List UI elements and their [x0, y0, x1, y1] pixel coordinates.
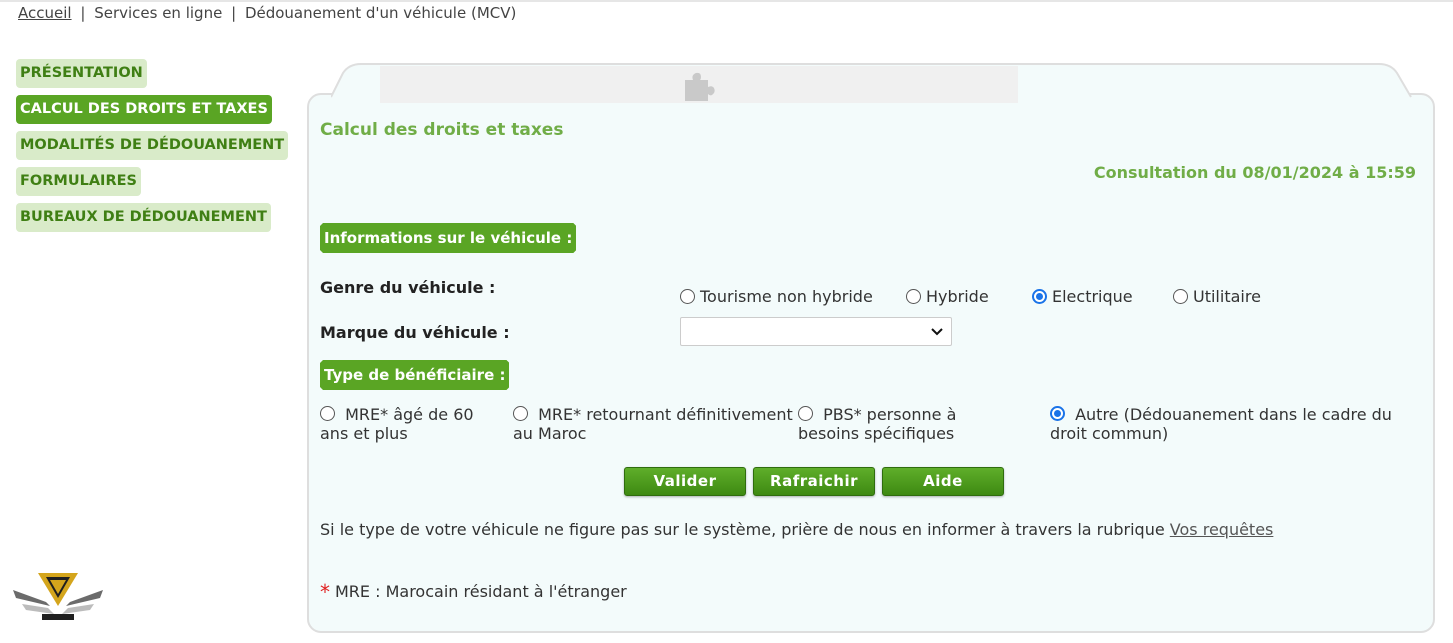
breadcrumb-separator: | — [80, 4, 86, 22]
info-message: Si le type de votre véhicule ne figure p… — [320, 520, 1273, 539]
page-title: Calcul des droits et taxes — [320, 120, 564, 140]
validate-button[interactable]: Valider — [624, 467, 746, 496]
genre-radio-hybride[interactable]: Hybride — [906, 287, 989, 306]
radio-button-unchecked[interactable] — [798, 406, 813, 421]
refresh-button[interactable]: Rafraichir — [753, 467, 875, 496]
required-star: * — [320, 580, 330, 604]
genre-radio-electrique[interactable]: Electrique — [1032, 287, 1133, 306]
radio-label: MRE* âgé de 60 ans et plus — [320, 405, 474, 443]
radio-label: Hybride — [926, 287, 989, 306]
sidebar-item-bureaux-dedouanement[interactable]: BUREAUX DE DÉDOUANEMENT — [16, 203, 271, 232]
breadcrumb-separator: | — [231, 4, 237, 22]
beneficiary-section-header: Type de bénéficiaire : — [320, 360, 509, 390]
radio-button-checked[interactable] — [1032, 289, 1047, 304]
radio-label: Utilitaire — [1193, 287, 1261, 306]
radio-button-checked[interactable] — [1050, 406, 1065, 421]
consultation-timestamp: Consultation du 08/01/2024 à 15:59 — [1093, 163, 1416, 182]
beneficiary-radio-mre-60[interactable]: MRE* âgé de 60 ans et plus — [320, 405, 505, 443]
beneficiary-radio-pbs[interactable]: PBS* personne à besoins spécifiques — [798, 405, 1020, 443]
sidebar-item-presentation[interactable]: PRÉSENTATION — [16, 59, 147, 88]
breadcrumb: Accueil | Services en ligne | Dédouaneme… — [18, 4, 516, 22]
sidebar-item-modalites-dedouanement[interactable]: MODALITÉS DE DÉDOUANEMENT — [16, 131, 289, 160]
breadcrumb-current: Dédouanement d'un véhicule (MCV) — [244, 4, 517, 22]
beneficiary-radio-autre[interactable]: Autre (Dédouanement dans le cadre du dro… — [1050, 405, 1420, 443]
beneficiary-radio-mre-retour[interactable]: MRE* retournant définitivement au Maroc — [513, 405, 797, 443]
top-divider — [0, 0, 1453, 2]
radio-button-unchecked[interactable] — [320, 406, 335, 421]
genre-label: Genre du véhicule : — [320, 278, 496, 297]
vehicle-info-section-header: Informations sur le véhicule : — [320, 223, 576, 253]
radio-label: Tourisme non hybride — [700, 287, 873, 306]
help-button[interactable]: Aide — [882, 467, 1004, 496]
info-message-text: Si le type de votre véhicule ne figure p… — [320, 520, 1165, 539]
radio-label: Autre (Dédouanement dans le cadre du dro… — [1050, 405, 1392, 443]
radio-label: PBS* personne à besoins spécifiques — [798, 405, 957, 443]
marque-select[interactable] — [680, 317, 952, 346]
genre-radio-utilitaire[interactable]: Utilitaire — [1173, 287, 1261, 306]
sidebar-item-formulaires[interactable]: FORMULAIRES — [16, 167, 141, 196]
radio-label: MRE* retournant définitivement au Maroc — [513, 405, 793, 443]
breadcrumb-home-link[interactable]: Accueil — [18, 4, 72, 22]
sidebar-item-calcul-droits-taxes[interactable]: CALCUL DES DROITS ET TAXES — [16, 95, 272, 124]
radio-label: Electrique — [1052, 287, 1133, 306]
puzzle-icon — [685, 72, 715, 101]
footnote-text: MRE : Marocain résidant à l'étranger — [335, 582, 627, 601]
mre-footnote: * MRE : Marocain résidant à l'étranger — [320, 580, 627, 604]
chevron-down-icon — [931, 328, 943, 336]
marque-label: Marque du véhicule : — [320, 323, 510, 342]
radio-button-unchecked[interactable] — [906, 289, 921, 304]
radio-button-unchecked[interactable] — [513, 406, 528, 421]
vos-requetes-link[interactable]: Vos requêtes — [1170, 520, 1274, 539]
genre-radio-tourisme[interactable]: Tourisme non hybride — [680, 287, 873, 306]
arab-defense-forum-logo — [13, 573, 103, 620]
breadcrumb-services: Services en ligne — [94, 4, 223, 22]
radio-button-unchecked[interactable] — [1173, 289, 1188, 304]
radio-button-unchecked[interactable] — [680, 289, 695, 304]
